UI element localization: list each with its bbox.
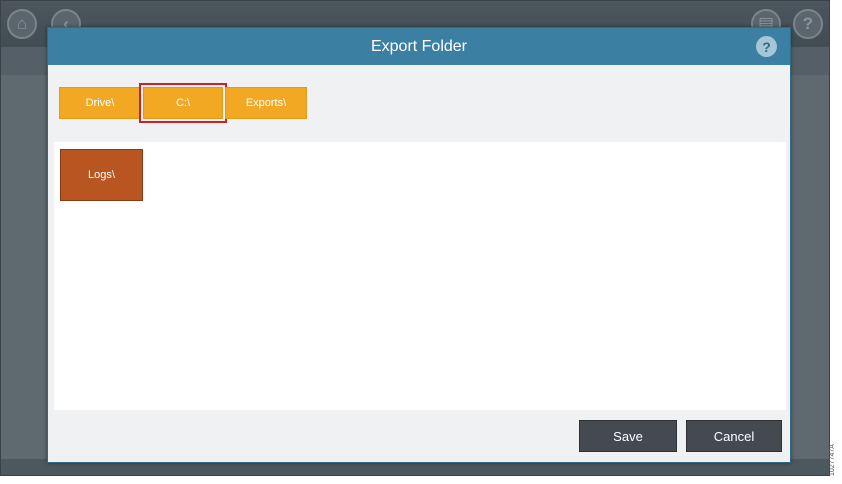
help-button[interactable]: ? — [756, 36, 777, 57]
help-icon: ? — [762, 38, 771, 55]
breadcrumb-drive[interactable]: Drive\ — [59, 87, 141, 119]
folder-item-logs[interactable]: Logs\ — [60, 149, 143, 201]
breadcrumb-c-drive[interactable]: C:\ — [139, 83, 227, 123]
breadcrumb-exports[interactable]: Exports\ — [225, 87, 307, 119]
figure-id-tag: 1027747A — [829, 444, 836, 476]
folder-list: Logs\ — [54, 142, 786, 410]
export-folder-dialog: Export Folder ? Drive\ C:\ Exports\ Logs… — [47, 27, 791, 463]
home-icon: ⌂ — [7, 9, 37, 39]
cancel-button[interactable]: Cancel — [686, 420, 782, 452]
background-title — [331, 15, 491, 25]
breadcrumb: Drive\ C:\ Exports\ — [59, 83, 307, 123]
dialog-header: Export Folder ? — [48, 28, 790, 65]
save-button[interactable]: Save — [579, 420, 677, 452]
dialog-title: Export Folder — [370, 37, 468, 55]
help-icon: ? — [793, 9, 823, 39]
